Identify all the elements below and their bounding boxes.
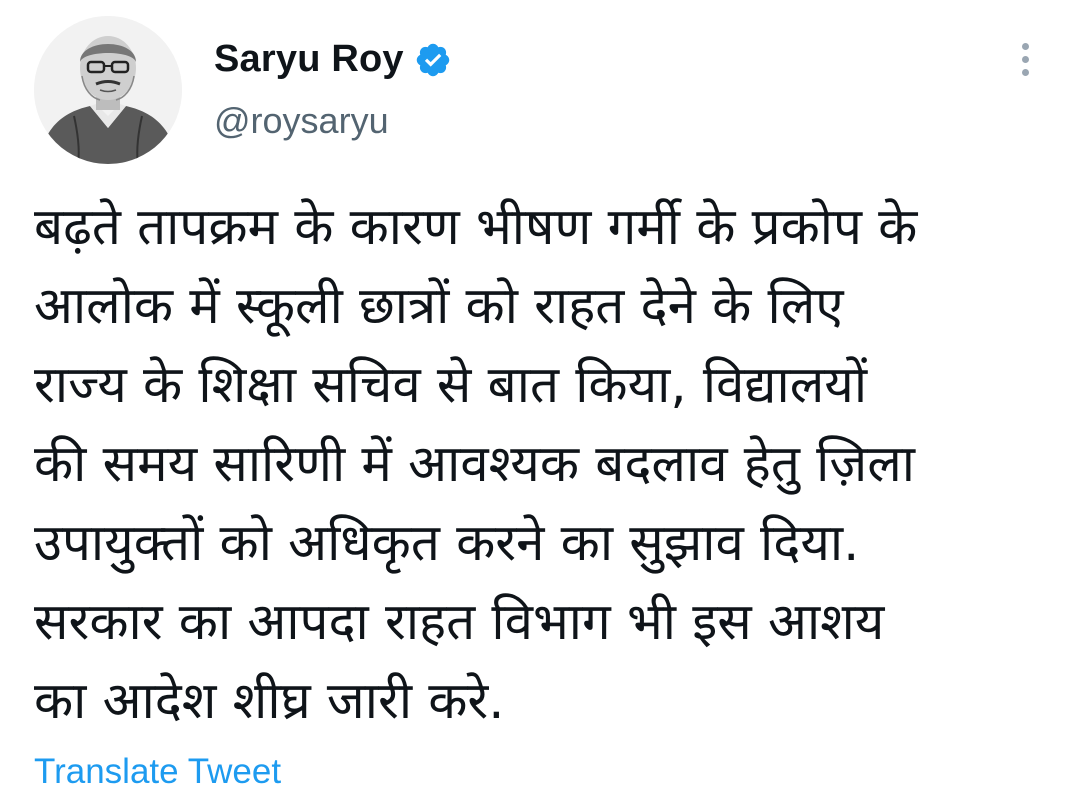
- more-vertical-icon-dot: [1021, 55, 1029, 63]
- author-name-row[interactable]: Saryu Roy: [214, 38, 452, 81]
- tweet-text-line: आलोक में स्कूली छात्रों को राहत देने के …: [34, 277, 844, 336]
- avatar[interactable]: [34, 16, 182, 164]
- tweet-text-line: की समय सारिणी में आवश्यक बदलाव हेतु ज़िल…: [34, 435, 915, 494]
- more-vertical-icon: [1021, 42, 1029, 50]
- tweet-text-line: उपायुक्तों को अधिकृत करने का सुझाव दिया.: [34, 514, 860, 573]
- display-name[interactable]: Saryu Roy: [214, 38, 404, 81]
- author-handle[interactable]: @roysaryu: [214, 100, 389, 142]
- tweet-text: बढ़ते तापक्रम के कारण भीषण गर्मी के प्रक…: [34, 188, 1054, 741]
- tweet-text-line: का आदेश शीघ्र जारी करे.: [34, 672, 505, 731]
- tweet-text-line: बढ़ते तापक्रम के कारण भीषण गर्मी के प्रक…: [34, 198, 918, 257]
- tweet-text-line: सरकार का आपदा राहत विभाग भी इस आशय: [34, 593, 885, 652]
- more-vertical-icon-dot: [1021, 68, 1029, 76]
- translate-tweet-link[interactable]: Translate Tweet: [34, 752, 281, 792]
- avatar-portrait-sketch: [34, 16, 182, 164]
- verified-badge-icon: [416, 43, 449, 76]
- tweet-text-line: राज्य के शिक्षा सचिव से बात किया, विद्या…: [34, 356, 868, 415]
- more-options-button[interactable]: [1004, 38, 1046, 80]
